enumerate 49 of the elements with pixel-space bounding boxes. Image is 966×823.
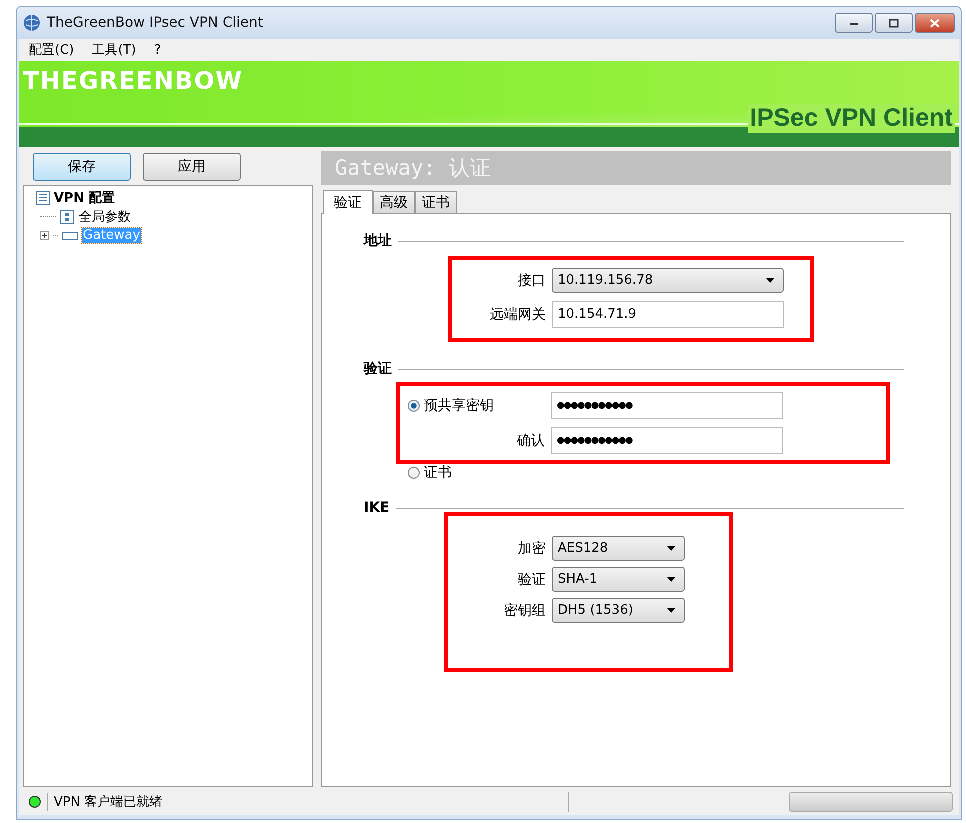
field-label: 接口: [517, 272, 546, 290]
minimize-icon: [849, 20, 859, 26]
field-label: 确认: [516, 432, 545, 450]
field-label: 预共享密钥: [424, 396, 494, 414]
menu-item[interactable]: 配置(C): [29, 41, 74, 59]
save-button[interactable]: 保存: [33, 153, 131, 181]
tab[interactable]: 验证: [323, 190, 373, 214]
settings-icon: [60, 210, 74, 224]
input-field[interactable]: ●●●●●●●●●●●: [551, 392, 783, 419]
field-label: 远端网关: [489, 306, 546, 324]
maximize-icon: [889, 18, 899, 28]
maximize-button[interactable]: [875, 13, 913, 33]
field-label: 加密: [517, 540, 546, 558]
section-title: 地址: [364, 232, 392, 250]
input-field[interactable]: ●●●●●●●●●●●: [551, 427, 783, 454]
window-title: TheGreenBow IPsec VPN Client: [47, 15, 264, 31]
dropdown[interactable]: 10.119.156.78: [552, 268, 784, 293]
list-icon: [36, 190, 50, 204]
close-button[interactable]: [915, 13, 955, 33]
product-name: IPSec VPN Client: [748, 104, 955, 133]
section-title: IKE: [364, 500, 390, 516]
gateway-icon: [62, 232, 78, 240]
close-icon: [930, 18, 940, 28]
dropdown[interactable]: AES128: [552, 536, 685, 561]
menu-item[interactable]: ?: [154, 42, 162, 58]
field-label: 证书: [424, 464, 452, 482]
logo-text: THEGREENBOW: [23, 67, 244, 95]
field-label: 验证: [517, 570, 546, 588]
tree-item[interactable]: 全局参数: [78, 208, 132, 226]
caret-icon: [667, 577, 676, 582]
caret-icon: [667, 608, 676, 613]
caret-icon: [766, 278, 775, 283]
menu-item[interactable]: 工具(T): [92, 41, 136, 59]
tree-item[interactable]: VPN 配置: [54, 188, 115, 206]
status-text: VPN 客户端已就绪: [47, 793, 562, 811]
minimize-button[interactable]: [835, 13, 873, 33]
expand-icon[interactable]: [40, 231, 49, 240]
dropdown[interactable]: SHA-1: [552, 567, 685, 592]
field-label: 密钥组: [503, 602, 546, 620]
radio-button[interactable]: [408, 400, 420, 412]
apply-button[interactable]: 应用: [143, 153, 241, 181]
dropdown[interactable]: DH5 (1536): [552, 598, 685, 623]
section-title: 验证: [364, 360, 392, 378]
tab[interactable]: 高级: [373, 191, 415, 213]
input-field[interactable]: 10.154.71.9: [552, 301, 784, 328]
tab[interactable]: 证书: [415, 191, 457, 213]
radio-button[interactable]: [408, 467, 420, 479]
caret-icon: [667, 546, 676, 551]
globe-icon: [23, 14, 41, 32]
